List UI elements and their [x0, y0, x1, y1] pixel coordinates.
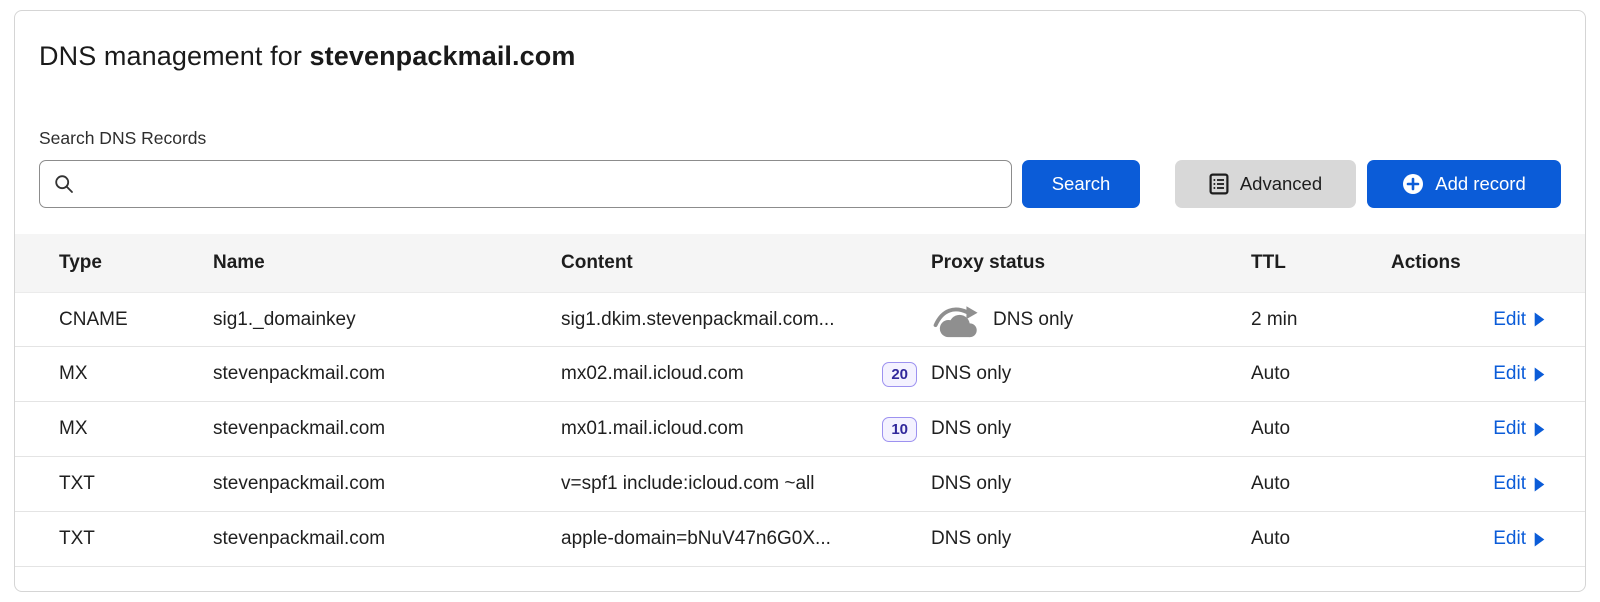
record-content-cell: sig1.dkim.stevenpackmail.com...	[561, 309, 931, 331]
search-label: Search DNS Records	[39, 128, 1561, 148]
search-toolbar: Search Advanced Add record	[39, 160, 1561, 208]
proxy-status-cell: DNS only	[931, 473, 1241, 495]
plus-circle-icon	[1402, 173, 1424, 195]
record-content-cell: mx01.mail.icloud.com 10	[561, 417, 931, 442]
record-type: TXT	[59, 473, 213, 495]
search-input[interactable]	[39, 160, 1012, 208]
header-type: Type	[59, 252, 213, 274]
edit-link-label: Edit	[1493, 528, 1526, 550]
header-proxy-status: Proxy status	[931, 252, 1241, 274]
add-record-button[interactable]: Add record	[1367, 160, 1561, 208]
proxy-status: DNS only	[931, 418, 1011, 440]
chevron-right-icon	[1534, 532, 1545, 547]
chevron-right-icon	[1534, 422, 1545, 437]
header-ttl: TTL	[1241, 252, 1391, 274]
table-body: CNAME sig1._domainkey sig1.dkim.stevenpa…	[15, 292, 1585, 567]
record-name: stevenpackmail.com	[213, 473, 561, 495]
actions-cell: Edit	[1391, 309, 1545, 331]
dns-management-card: DNS management for stevenpackmail.com Se…	[14, 10, 1586, 592]
record-name: stevenpackmail.com	[213, 418, 561, 440]
record-name: sig1._domainkey	[213, 309, 561, 331]
table-row: TXT stevenpackmail.com v=spf1 include:ic…	[15, 457, 1585, 512]
record-content: sig1.dkim.stevenpackmail.com...	[561, 309, 835, 331]
proxy-status: DNS only	[931, 473, 1011, 495]
page-header: DNS management for stevenpackmail.com Se…	[15, 11, 1585, 208]
chevron-right-icon	[1534, 367, 1545, 382]
proxy-status-cell: DNS only	[931, 528, 1241, 550]
search-box	[39, 160, 1012, 208]
table-row: CNAME sig1._domainkey sig1.dkim.stevenpa…	[15, 292, 1585, 347]
actions-cell: Edit	[1391, 473, 1545, 495]
proxy-status-cell: DNS only	[931, 418, 1241, 440]
header-actions: Actions	[1391, 252, 1545, 274]
edit-link[interactable]: Edit	[1493, 309, 1545, 331]
search-button[interactable]: Search	[1022, 160, 1140, 208]
priority-badge: 20	[882, 362, 917, 387]
gray-cloud-arrow-icon	[931, 302, 983, 338]
proxy-status: DNS only	[993, 309, 1073, 331]
header-name: Name	[213, 252, 561, 274]
add-record-button-label: Add record	[1435, 173, 1526, 195]
header-content: Content	[561, 252, 931, 274]
record-ttl: Auto	[1241, 473, 1391, 495]
record-ttl: Auto	[1241, 363, 1391, 385]
advanced-button-label: Advanced	[1240, 173, 1322, 195]
page-title-domain: stevenpackmail.com	[310, 41, 576, 71]
chevron-right-icon	[1534, 477, 1545, 492]
edit-link-label: Edit	[1493, 473, 1526, 495]
list-document-icon	[1209, 173, 1229, 195]
table-header-row: Type Name Content Proxy status TTL Actio…	[15, 234, 1585, 292]
table-row: TXT stevenpackmail.com apple-domain=bNuV…	[15, 512, 1585, 567]
edit-link[interactable]: Edit	[1493, 473, 1545, 495]
record-name: stevenpackmail.com	[213, 363, 561, 385]
record-type: CNAME	[59, 309, 213, 331]
record-content: v=spf1 include:icloud.com ~all	[561, 473, 814, 495]
record-ttl: Auto	[1241, 528, 1391, 550]
dns-records-table: Type Name Content Proxy status TTL Actio…	[15, 234, 1585, 567]
chevron-right-icon	[1534, 312, 1545, 327]
record-content: mx01.mail.icloud.com	[561, 418, 744, 440]
proxy-status: DNS only	[931, 528, 1011, 550]
edit-link-label: Edit	[1493, 309, 1526, 331]
edit-link-label: Edit	[1493, 418, 1526, 440]
edit-link[interactable]: Edit	[1493, 528, 1545, 550]
edit-link-label: Edit	[1493, 363, 1526, 385]
page-title: DNS management for stevenpackmail.com	[39, 41, 1561, 72]
record-type: TXT	[59, 528, 213, 550]
advanced-button[interactable]: Advanced	[1175, 160, 1356, 208]
record-type: MX	[59, 418, 213, 440]
actions-cell: Edit	[1391, 363, 1545, 385]
record-content: mx02.mail.icloud.com	[561, 363, 744, 385]
edit-link[interactable]: Edit	[1493, 363, 1545, 385]
table-row: MX stevenpackmail.com mx01.mail.icloud.c…	[15, 402, 1585, 457]
priority-badge: 10	[882, 417, 917, 442]
actions-cell: Edit	[1391, 418, 1545, 440]
proxy-status-cell: DNS only	[931, 363, 1241, 385]
record-ttl: Auto	[1241, 418, 1391, 440]
record-content-cell: v=spf1 include:icloud.com ~all	[561, 473, 931, 495]
proxy-status-cell: DNS only	[931, 302, 1241, 338]
table-row: MX stevenpackmail.com mx02.mail.icloud.c…	[15, 347, 1585, 402]
record-content-cell: apple-domain=bNuV47n6G0X...	[561, 528, 931, 550]
actions-cell: Edit	[1391, 528, 1545, 550]
record-ttl: 2 min	[1241, 309, 1391, 331]
record-content: apple-domain=bNuV47n6G0X...	[561, 528, 831, 550]
proxy-status: DNS only	[931, 363, 1011, 385]
edit-link[interactable]: Edit	[1493, 418, 1545, 440]
record-type: MX	[59, 363, 213, 385]
record-content-cell: mx02.mail.icloud.com 20	[561, 362, 931, 387]
page-title-prefix: DNS management for	[39, 41, 310, 71]
record-name: stevenpackmail.com	[213, 528, 561, 550]
